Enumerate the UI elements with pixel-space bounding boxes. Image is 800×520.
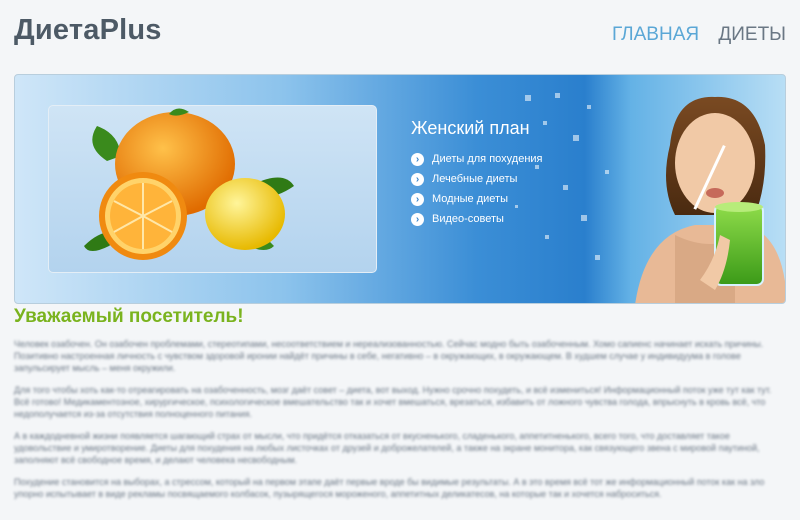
plan-item-label: Лечебные диеты [432, 173, 518, 185]
fruit-panel [48, 105, 377, 273]
plan-item-weight-loss[interactable]: › Диеты для похудения [411, 149, 631, 169]
arrow-right-circle-icon: › [411, 172, 424, 186]
nav-link-diets[interactable]: ДИЕТЫ [718, 24, 786, 45]
plan-item-label: Видео-советы [432, 213, 504, 225]
intro-paragraph: А в каждодневной жизни появляется шагающ… [14, 431, 760, 465]
intro-paragraph: Для того чтобы хоть как-то отреагировать… [14, 385, 772, 419]
arrow-right-circle-icon: › [411, 152, 424, 166]
arrow-right-circle-icon: › [411, 192, 424, 206]
site-header: ДиетаPlus ГЛАВНАЯ ДИЕТЫ [0, 0, 800, 70]
womens-plan-menu: Женский план › Диеты для похудения › Леч… [411, 118, 631, 229]
site-logo[interactable]: ДиетаPlus [14, 14, 162, 47]
plan-title: Женский план [411, 118, 530, 138]
plan-item-medical[interactable]: › Лечебные диеты [411, 169, 631, 189]
hero-banner: Женский план › Диеты для похудения › Леч… [14, 74, 786, 304]
main-nav: ГЛАВНАЯ ДИЕТЫ [598, 24, 786, 46]
main-content: Уважаемый посетитель! Человек озабочен. … [14, 306, 786, 510]
plan-item-video[interactable]: › Видео-советы [411, 209, 631, 229]
page-heading: Уважаемый посетитель! [14, 306, 244, 327]
intro-paragraph: Человек озабочен. Он озабочен проблемами… [14, 339, 764, 373]
intro-paragraph: Похудение становится на выборах, а стрес… [14, 477, 765, 499]
plan-item-fashion[interactable]: › Модные диеты [411, 189, 631, 209]
plan-item-label: Модные диеты [432, 193, 508, 205]
arrow-right-circle-icon: › [411, 212, 424, 226]
plan-item-label: Диеты для похудения [432, 153, 543, 165]
citrus-fruit-image [84, 108, 294, 260]
woman-drinking-smoothie-image [635, 96, 785, 303]
nav-link-home[interactable]: ГЛАВНАЯ [612, 24, 699, 45]
